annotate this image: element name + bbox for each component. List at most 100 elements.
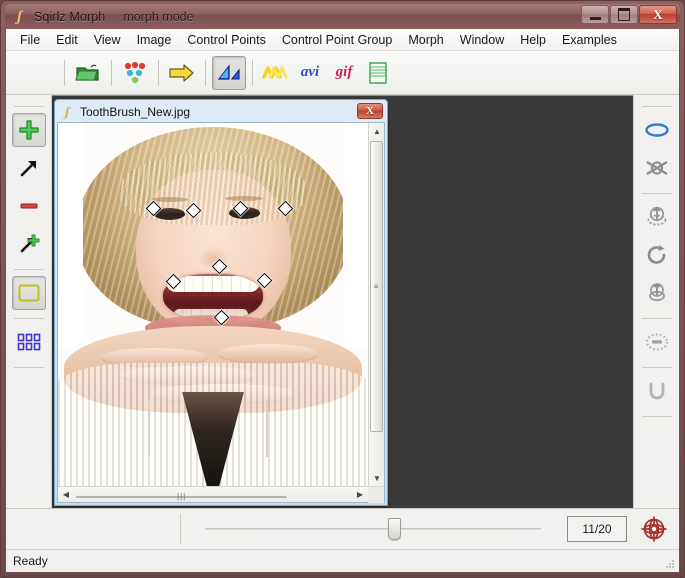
frame-slider[interactable] [187,514,559,544]
photo-bg-left [58,123,83,349]
workspace: ʃ ToothBrush_New.jpg X ▲ ≡ ▼ ◀ ||| ▶ [6,95,679,508]
grip-icon: ≡ [373,281,380,291]
close-button[interactable]: X [639,5,677,24]
tool-separator [641,318,672,319]
ellipse-crossed-tool[interactable] [640,151,674,185]
avi-export-icon: avi [300,64,320,80]
menu-item-examples[interactable]: Examples [554,31,625,49]
undo-tool[interactable] [640,374,674,408]
right-tool-panel [633,95,679,508]
menu-item-window[interactable]: Window [452,31,512,49]
ellipse-select-icon [644,123,669,137]
client-area: File Edit View Image Control Points Cont… [5,29,680,573]
avi-export-button[interactable]: avi [293,56,327,90]
add-point-tool[interactable] [11,113,46,147]
filmstrip-icon [369,61,387,84]
menu-item-help[interactable]: Help [512,31,554,49]
filmstrip-button[interactable] [361,56,395,90]
minus-icon [20,203,37,209]
flip-up-icon [648,283,665,302]
tool-separator [13,318,44,319]
slider-thumb[interactable] [387,518,401,540]
tool-separator [641,193,672,194]
document-close-button[interactable]: X [357,103,383,119]
scroll-right-arrow[interactable]: ▶ [352,487,368,503]
delete-point-tool[interactable] [12,189,46,223]
minimize-icon [589,16,601,20]
maximize-button[interactable] [610,5,638,24]
tool-separator [641,106,672,107]
canvas-row: ▲ ≡ ▼ [58,123,384,486]
apply-arrow-button[interactable] [165,56,199,90]
grid-points-tool[interactable] [12,325,46,359]
toolbar-separator [158,59,159,86]
flip-vertical-tool[interactable] [640,200,674,234]
vscroll-track[interactable]: ≡ [369,139,384,470]
drawstring [265,398,268,457]
menu-item-image[interactable]: Image [129,31,180,49]
toolbar-separator [111,59,112,86]
photo-bg-right [343,123,368,349]
bottom-separator [180,514,181,544]
menu-item-control-points[interactable]: Control Points [179,31,274,49]
drawstring [147,398,150,457]
warp-waves-icon [262,65,288,79]
hscroll-thumb[interactable]: ||| [76,492,288,500]
move-all-points-tool[interactable] [12,227,46,261]
scroll-down-arrow[interactable]: ▼ [369,470,385,486]
ellipse-crossed-icon [645,161,668,175]
scroll-up-arrow[interactable]: ▲ [369,123,385,139]
application-window: ʃ Sqirlz Morph morph mode X File Edit Vi… [0,0,685,578]
arrow-plus-icon [20,234,39,253]
minimize-button[interactable] [581,5,609,24]
menu-item-view[interactable]: View [86,31,129,49]
frame-counter-field[interactable]: 11/20 [567,516,627,542]
flip-up-tool[interactable] [640,276,674,310]
scroll-left-arrow[interactable]: ◀ [58,487,74,503]
image-canvas[interactable] [58,123,368,486]
control-points-icon [124,61,146,83]
menu-item-edit[interactable]: Edit [48,31,86,49]
tool-separator [13,367,44,368]
grid-icon [17,333,40,351]
document-window[interactable]: ʃ ToothBrush_New.jpg X ▲ ≡ ▼ ◀ ||| ▶ [54,99,388,506]
dashed-ellipse-icon [645,333,668,351]
menu-item-file[interactable]: File [12,31,48,49]
open-folder-button[interactable] [71,56,105,90]
main-toolbar: avi gif [6,51,679,95]
toolbar-separator [64,59,65,86]
vscroll-thumb[interactable]: ≡ [370,141,383,433]
morph-globe-button[interactable] [637,512,671,546]
app-title: Sqirlz Morph [34,9,106,24]
mdi-client-area: ʃ ToothBrush_New.jpg X ▲ ≡ ▼ ◀ ||| ▶ [52,95,633,508]
finger [219,344,319,363]
resize-grip-icon[interactable] [664,558,676,570]
gif-export-button[interactable]: gif [327,56,361,90]
control-points-button[interactable] [118,56,152,90]
document-body: ▲ ≡ ▼ ◀ ||| ▶ [57,122,385,503]
tool-separator [641,416,672,417]
slider-rail [205,528,541,530]
dashed-ellipse-tool[interactable] [640,325,674,359]
scrollbar-corner [368,486,384,503]
rotate-clockwise-tool[interactable] [640,238,674,272]
menu-item-control-point-group[interactable]: Control Point Group [274,31,400,49]
toolbar-separator [252,59,253,86]
status-bar: Ready [6,549,679,572]
menu-bar: File Edit View Image Control Points Cont… [6,29,679,51]
ellipse-select-tool[interactable] [640,113,674,147]
vertical-scrollbar[interactable]: ▲ ≡ ▼ [368,123,384,486]
sqirlz-doc-icon: ʃ [65,104,70,119]
sqirlz-logo-icon[interactable]: ʃ [12,9,28,25]
menu-item-morph[interactable]: Morph [400,31,451,49]
rectangle-icon [18,284,39,302]
rectangle-select-tool[interactable] [11,276,46,310]
title-bar[interactable]: ʃ Sqirlz Morph morph mode X [5,4,680,29]
move-point-tool[interactable] [12,151,46,185]
fringe-shape [120,152,306,225]
flip-vertical-icon [647,206,666,226]
horizontal-scrollbar[interactable]: ◀ ||| ▶ [58,486,384,503]
document-title-bar[interactable]: ʃ ToothBrush_New.jpg X [57,102,385,122]
warp-waves-button[interactable] [259,56,293,90]
morph-triangles-button[interactable] [212,55,246,90]
